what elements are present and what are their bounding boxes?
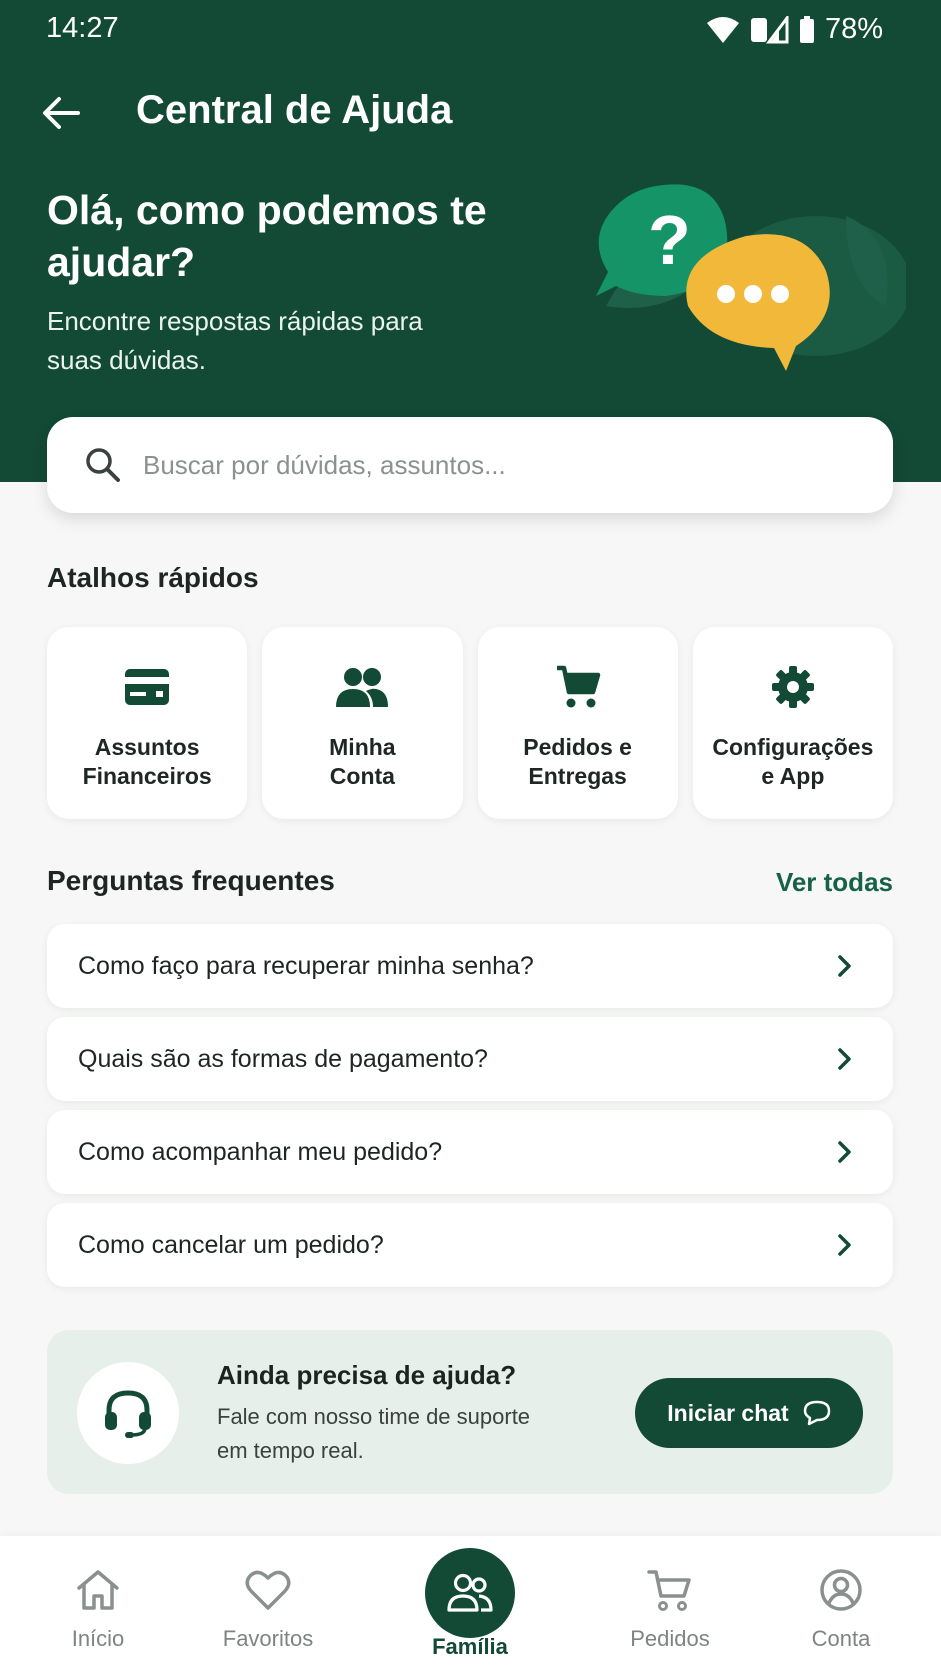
search-input[interactable] [143, 449, 843, 481]
arrow-left-icon [43, 97, 80, 129]
search-bar[interactable] [47, 417, 893, 513]
faq-question: Quais são as formas de pagamento? [78, 1044, 488, 1073]
support-title: Ainda precisa de ajuda? [217, 1360, 517, 1390]
user-circle-icon [820, 1569, 862, 1611]
start-chat-button[interactable]: Iniciar chat [635, 1378, 863, 1448]
shortcuts-title: Atalhos rápidos [47, 562, 259, 593]
faq-question: Como acompanhar meu pedido? [78, 1137, 443, 1166]
faq-item[interactable]: Como faço para recuperar minha senha? [47, 924, 893, 1008]
shopping-cart-icon [647, 1570, 691, 1611]
shortcut-label: Configurações e App [712, 734, 874, 789]
shortcut-label: Assuntos Financeiros [82, 734, 212, 789]
nav-family[interactable] [425, 1548, 515, 1638]
start-chat-label: Iniciar chat [667, 1399, 789, 1426]
shopping-cart-icon [556, 665, 600, 708]
header-banner: 14:27 78% Central de Ajuda Olá, como pod… [0, 0, 941, 482]
faq-question: Como faço para recuperar minha senha? [78, 951, 534, 980]
chevron-right-icon [838, 1141, 851, 1163]
shortcuts-grid: Assuntos Financeiros Minha Conta Pedidos… [47, 627, 893, 819]
support-subtitle: Fale com nosso time de suporte em tempo … [217, 1404, 531, 1463]
see-all-link[interactable]: Ver todas [776, 867, 893, 898]
shortcut-label: Pedidos e Entregas [523, 734, 632, 789]
nav-orders[interactable]: Pedidos [595, 1536, 745, 1672]
people-icon [336, 668, 389, 707]
credit-card-icon [125, 669, 170, 705]
chevron-right-icon [838, 955, 851, 977]
chevron-right-icon [838, 1234, 851, 1256]
gear-icon [771, 666, 814, 708]
headset-icon [105, 1390, 151, 1438]
shortcut-orders[interactable]: Pedidos e Entregas [477, 627, 678, 819]
signal-icon [750, 15, 789, 43]
faq-item[interactable]: Quais são as formas de pagamento? [47, 1017, 893, 1101]
nav-label: Pedidos [630, 1626, 710, 1651]
battery-level: 78% [824, 13, 883, 45]
shortcut-settings[interactable]: Configurações e App [692, 627, 893, 819]
heart-icon [245, 1570, 291, 1610]
home-icon [77, 1570, 119, 1610]
svg-text:?: ? [648, 201, 691, 279]
back-button[interactable] [36, 88, 86, 138]
support-card: Ainda precisa de ajuda? Fale com nosso t… [47, 1330, 893, 1494]
nav-account[interactable]: Conta [766, 1536, 916, 1672]
chevron-right-icon [838, 1048, 851, 1070]
nav-favorites[interactable]: Favoritos [193, 1536, 343, 1672]
faq-title: Perguntas frequentes [47, 865, 335, 896]
nav-label: Conta [811, 1626, 871, 1651]
nav-label: Favoritos [222, 1626, 314, 1651]
chat-bubbles-illustration: ? [596, 184, 906, 371]
family-icon [447, 1573, 493, 1612]
faq-list: Como faço para recuperar minha senha? Qu… [47, 924, 893, 1296]
hero-subtitle: Encontre respostas rápidas para suas dúv… [47, 306, 423, 375]
nav-label-active: Família [432, 1634, 508, 1659]
page-title: Central de Ajuda [136, 88, 453, 132]
nav-label: Início [71, 1626, 125, 1651]
faq-item[interactable]: Como acompanhar meu pedido? [47, 1110, 893, 1194]
status-bar: 14:27 78% [0, 0, 941, 58]
wifi-icon [706, 16, 739, 43]
hero-title: Olá, como podemos te ajudar? [47, 187, 487, 285]
shortcut-finance[interactable]: Assuntos Financeiros [47, 627, 248, 819]
status-time: 14:27 [46, 12, 119, 44]
shortcut-account[interactable]: Minha Conta [262, 627, 463, 819]
top-app-bar: Central de Ajuda [0, 80, 941, 144]
nav-home[interactable]: Início [23, 1536, 173, 1672]
battery-icon [799, 15, 814, 43]
shortcut-label: Minha Conta [329, 734, 396, 789]
faq-item[interactable]: Como cancelar um pedido? [47, 1203, 893, 1287]
support-avatar [77, 1362, 179, 1464]
faq-question: Como cancelar um pedido? [78, 1230, 384, 1259]
search-icon [86, 448, 120, 482]
chat-bubble-icon [803, 1400, 830, 1426]
